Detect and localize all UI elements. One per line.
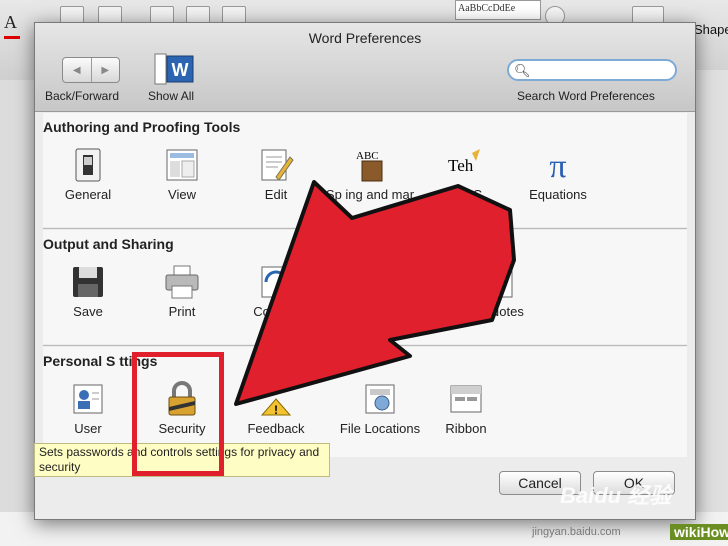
- annotation-arrow-icon: [234, 180, 516, 406]
- url-watermark: jingyan.baidu.com: [532, 526, 621, 538]
- wikihow-watermark: wikiHow: [670, 524, 728, 540]
- baidu-watermark: Baidu 经验: [560, 483, 672, 508]
